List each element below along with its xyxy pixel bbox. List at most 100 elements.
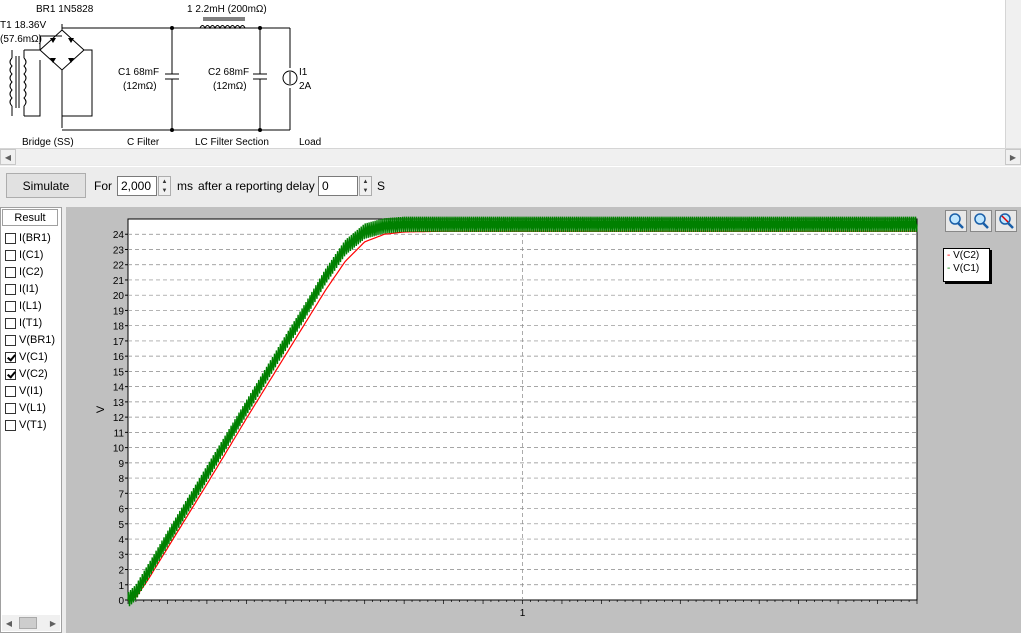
arrow-left-icon: ◀ <box>4 152 12 162</box>
y-tick-label: 15 <box>113 367 125 378</box>
y-tick-label: 24 <box>113 230 125 241</box>
y-tick-label: 19 <box>113 306 125 317</box>
y-tick-label: 6 <box>118 505 124 516</box>
y-tick-label: 21 <box>113 276 125 287</box>
zoom-out-button[interactable] <box>995 210 1017 232</box>
schematic-horizontal-scrollbar[interactable]: ◀ ▶ <box>0 148 1021 165</box>
result-checkbox[interactable] <box>5 283 16 295</box>
inductor-label: 1 2.2mH (200mΩ) <box>187 4 267 15</box>
y-tick-label: 12 <box>113 413 125 424</box>
result-checkbox[interactable] <box>5 385 16 397</box>
y-tick-label: 20 <box>113 291 125 302</box>
c1-label: C1 68mF <box>118 67 160 78</box>
transformer-resistance: (57.6mΩ) <box>0 34 42 45</box>
y-tick-label: 5 <box>118 520 124 531</box>
result-checkbox[interactable] <box>5 334 16 346</box>
result-item-label: I(BR1) <box>19 232 51 244</box>
result-checkbox[interactable] <box>5 249 16 261</box>
result-item-vc1[interactable]: V(C1) <box>5 349 48 365</box>
y-tick-label: 23 <box>113 245 125 256</box>
result-checkbox[interactable] <box>5 232 16 244</box>
result-item-vbr1[interactable]: V(BR1) <box>5 332 55 348</box>
scroll-right-button[interactable]: ▶ <box>1005 149 1021 165</box>
arrow-left-icon[interactable]: ◀ <box>2 615 16 631</box>
legend-item-v-c1: - V(C1) <box>947 263 980 274</box>
duration-input[interactable] <box>117 176 157 196</box>
result-item-vl1[interactable]: V(L1) <box>5 400 46 416</box>
i1-value: 2A <box>299 81 312 92</box>
result-item-vi1[interactable]: V(I1) <box>5 383 43 399</box>
section-label-load: Load <box>299 137 322 148</box>
result-item-label: I(I1) <box>19 283 39 295</box>
y-tick-label: 0 <box>118 596 124 607</box>
delay-spinner[interactable]: ▲ ▼ <box>359 176 372 196</box>
result-item-label: V(C2) <box>19 368 48 380</box>
y-tick-label: 13 <box>113 398 125 409</box>
zoom-fit-icon <box>974 213 989 229</box>
chart-area: 0 1 2 3 4 5 6 7 8 9 10 11 12 13 14 15 16 17 18 19 20 21 22 23 24… <box>66 207 1021 633</box>
result-item-ibr1[interactable]: I(BR1) <box>5 230 51 246</box>
c2-label: C2 68mF <box>208 67 250 78</box>
result-item-label: I(T1) <box>19 317 43 329</box>
arrow-right-icon: ▶ <box>1009 152 1017 162</box>
schematic-vertical-strip <box>1005 0 1021 148</box>
simulate-button[interactable]: Simulate <box>6 173 86 198</box>
result-item-label: V(I1) <box>19 385 43 397</box>
voltage-chart[interactable]: 0123456789101112131415161718192021222324… <box>66 207 1021 633</box>
result-checkbox[interactable] <box>5 317 16 329</box>
result-checkbox[interactable] <box>5 419 16 431</box>
y-tick-label: 17 <box>113 337 125 348</box>
result-checkbox[interactable] <box>5 402 16 414</box>
y-tick-label: 14 <box>113 383 125 394</box>
result-item-ic2[interactable]: I(C2) <box>5 264 43 280</box>
y-tick-label: 3 <box>118 550 124 561</box>
chart-legend: - V(C2) - V(C1) <box>943 248 990 282</box>
result-item-vc2[interactable]: V(C2) <box>5 366 48 382</box>
schematic-view[interactable]: BR1 1N5828 T1 18.36V (57.6mΩ) 1 2.2mH (2… <box>0 0 1005 148</box>
delay-input[interactable] <box>318 176 358 196</box>
y-tick-label: 22 <box>113 261 125 272</box>
scroll-thumb[interactable] <box>19 617 37 629</box>
spin-up-icon[interactable]: ▲ <box>360 177 371 186</box>
zoom-in-button[interactable] <box>945 210 967 232</box>
result-item-vt1[interactable]: V(T1) <box>5 417 47 433</box>
result-horizontal-scrollbar[interactable]: ◀ ▶ <box>2 615 60 631</box>
y-tick-label: 1 <box>118 581 124 592</box>
y-tick-label: 10 <box>113 444 125 455</box>
x-tick-label: 1 <box>520 608 526 619</box>
result-checkbox[interactable] <box>5 368 16 380</box>
y-tick-label: 11 <box>114 428 125 439</box>
result-item-ic1[interactable]: I(C1) <box>5 247 43 263</box>
result-item-label: I(C2) <box>19 266 44 278</box>
zoom-out-icon <box>999 213 1014 229</box>
result-checkbox[interactable] <box>5 266 16 278</box>
y-tick-label: 8 <box>118 474 124 485</box>
result-item-label: I(L1) <box>19 300 42 312</box>
arrow-right-icon[interactable]: ▶ <box>46 615 60 631</box>
delay-label: after a reporting delay of <box>198 179 329 193</box>
result-column-header[interactable]: Result <box>2 209 58 226</box>
for-label: For <box>94 179 112 193</box>
result-item-ii1[interactable]: I(I1) <box>5 281 39 297</box>
y-tick-label: 7 <box>118 489 124 500</box>
i1-label: I1 <box>299 67 308 78</box>
result-checkbox[interactable] <box>5 300 16 312</box>
result-item-it1[interactable]: I(T1) <box>5 315 42 331</box>
result-checkbox[interactable] <box>5 351 16 363</box>
y-tick-label: 4 <box>118 535 124 546</box>
result-item-il1[interactable]: I(L1) <box>5 298 42 314</box>
zoom-in-icon <box>949 213 964 229</box>
section-label-bridge: Bridge (SS) <box>22 137 74 148</box>
ms-label: ms <box>177 179 193 193</box>
scroll-left-button[interactable]: ◀ <box>0 149 16 165</box>
result-list[interactable]: Result I(BR1) I(C1) I(C2) I(I1) I(L1) I(T1) V(… <box>0 207 62 633</box>
spin-down-icon[interactable]: ▼ <box>360 186 371 195</box>
spin-down-icon[interactable]: ▼ <box>159 186 170 195</box>
y-tick-label: 16 <box>113 352 125 363</box>
duration-spinner[interactable]: ▲ ▼ <box>158 176 171 196</box>
section-label-c-filter: C Filter <box>127 137 160 148</box>
spin-up-icon[interactable]: ▲ <box>159 177 170 186</box>
zoom-fit-button[interactable] <box>970 210 992 232</box>
c2-resistance: (12mΩ) <box>213 81 247 92</box>
transformer-label: T1 18.36V <box>0 20 47 31</box>
